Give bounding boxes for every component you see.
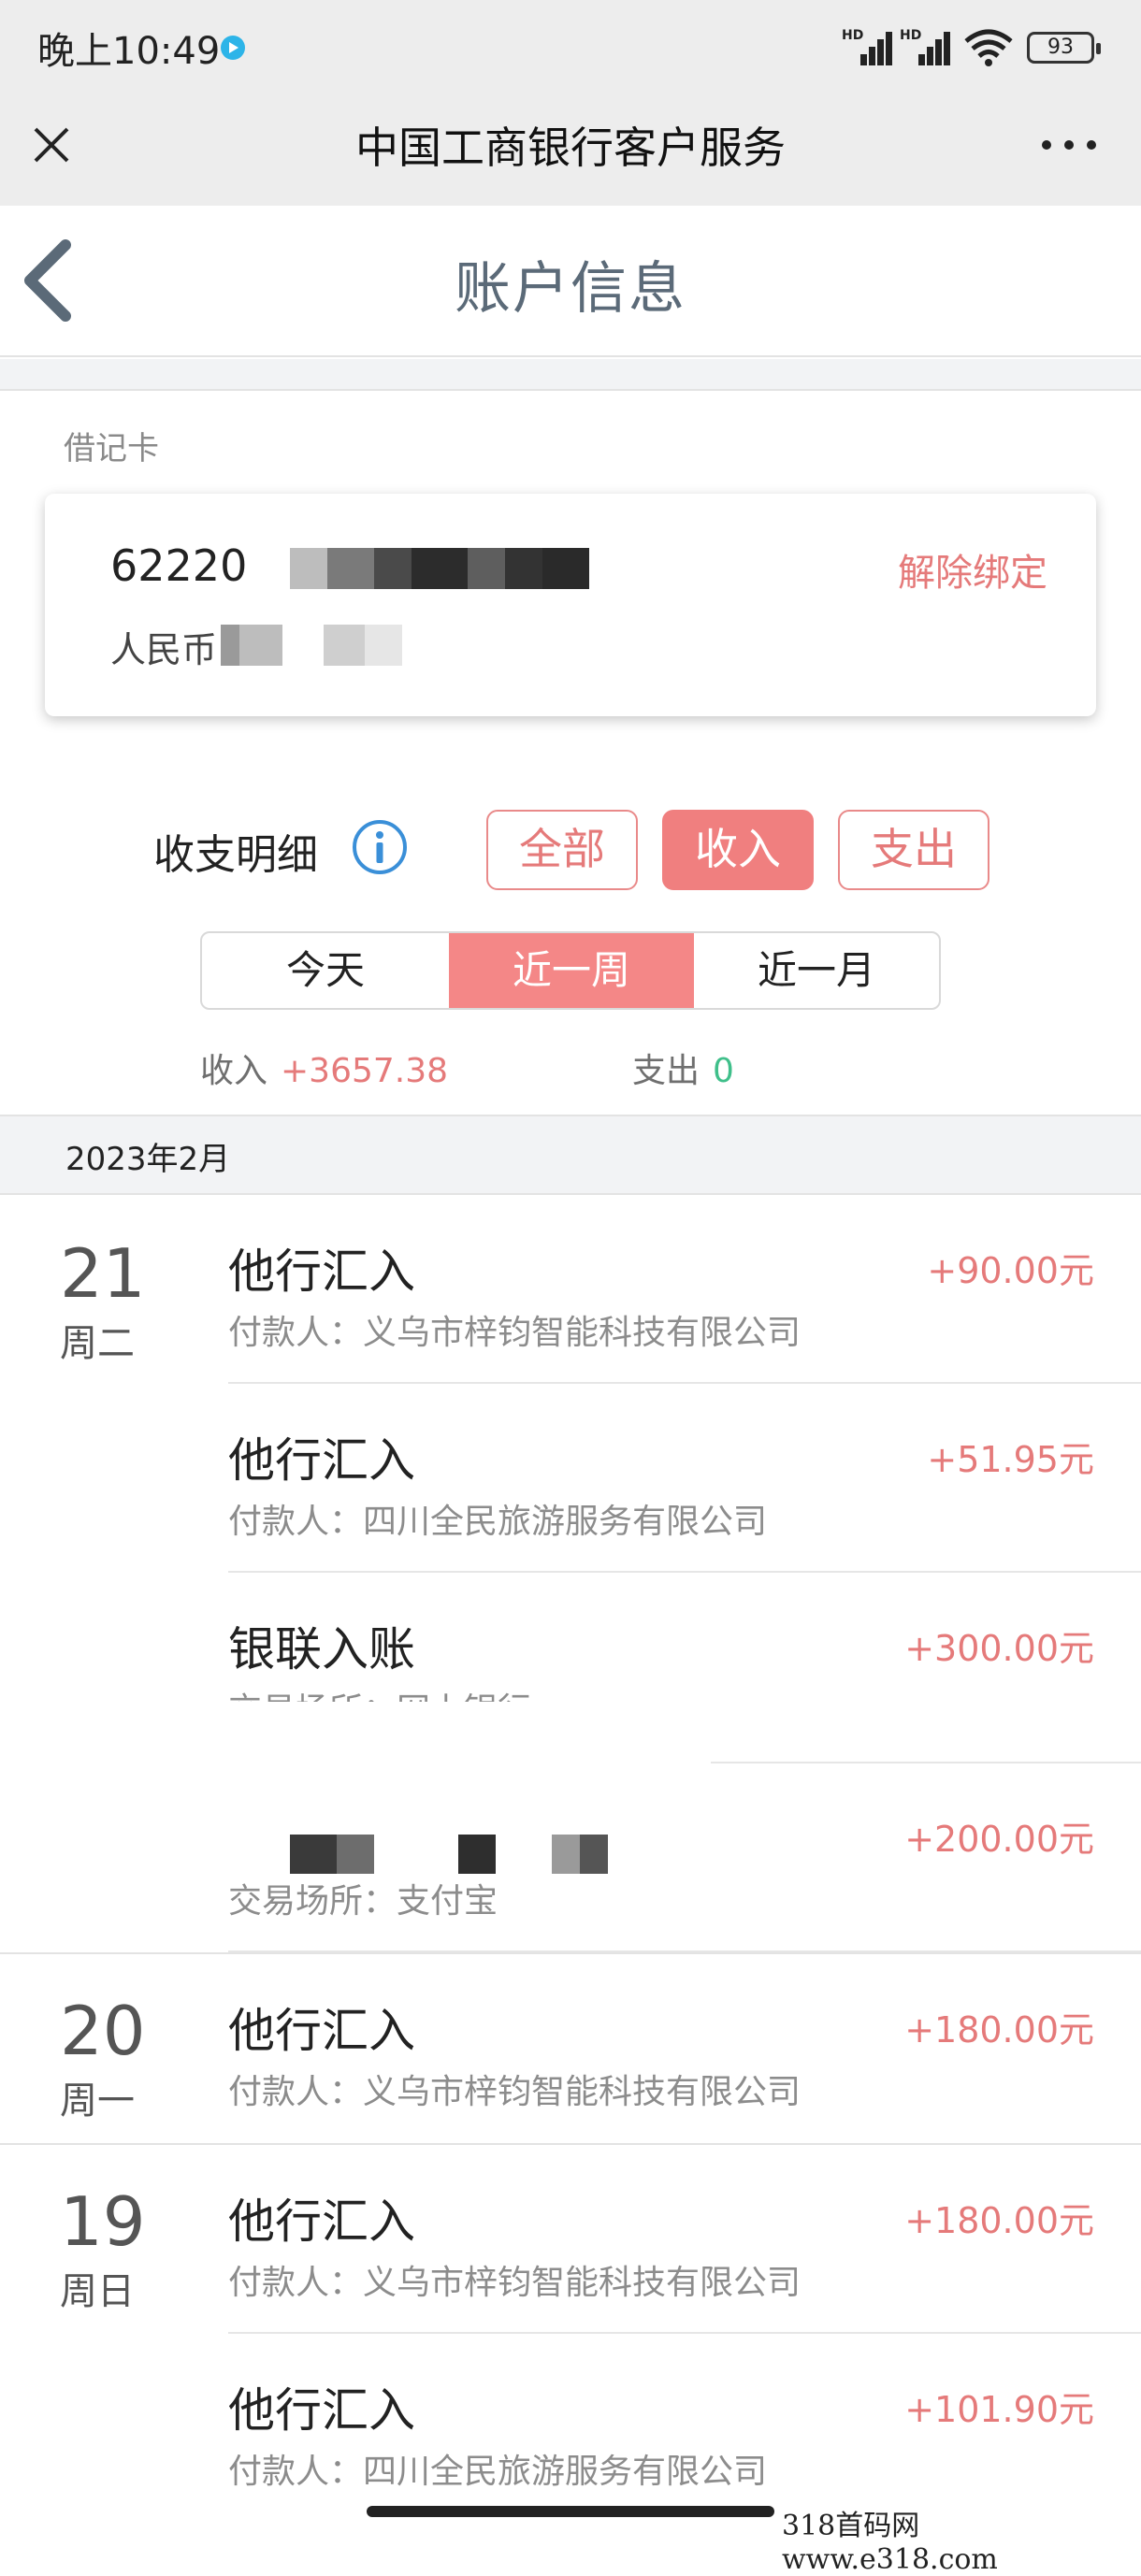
transaction-row[interactable]: 他行汇入 付款人：义乌市梓钧智能科技有限公司 +180.00元 — [228, 2145, 1141, 2334]
expense-summary: 支出 0 — [632, 1043, 734, 1092]
transaction-title: 他行汇入 — [228, 2195, 415, 2249]
status-bar: 晚上10:49 HD HD 93 — [0, 0, 1141, 94]
filter-income-button[interactable]: 收入 — [662, 810, 814, 890]
redacted-transaction-title — [290, 1835, 627, 1874]
battery-icon: 93 — [1027, 32, 1101, 64]
filter-expense-button[interactable]: 支出 — [838, 810, 989, 890]
transaction-amount: +51.95元 — [927, 1439, 1094, 1480]
transaction-title: 他行汇入 — [228, 1433, 415, 1488]
day-number: 21 — [60, 1234, 146, 1313]
transaction-amount: +300.00元 — [904, 1628, 1094, 1669]
transaction-amount: +200.00元 — [904, 1819, 1094, 1860]
period-month[interactable]: 近一月 — [694, 933, 939, 1008]
income-summary-value: +3657.38 — [281, 1052, 449, 1090]
home-indicator[interactable] — [367, 2506, 774, 2517]
transaction-row[interactable]: 他行汇入 付款人：义乌市梓钧智能科技有限公司 +180.00元 — [228, 1954, 1141, 2143]
transaction-title: 他行汇入 — [228, 1245, 415, 1299]
card-number: 62220 — [110, 540, 248, 591]
unbind-button[interactable]: 解除绑定 — [898, 542, 1047, 597]
expense-summary-value: 0 — [713, 1052, 734, 1090]
watermark-text: 318首码网 www.e318.com — [776, 2502, 1141, 2576]
detail-label: 收支明细 — [153, 831, 318, 879]
more-icon[interactable] — [1038, 131, 1104, 159]
wifi-icon — [964, 29, 1013, 66]
webview-header: 中国工商银行客户服务 — [0, 94, 1141, 206]
info-icon[interactable] — [350, 817, 410, 877]
webview-title: 中国工商银行客户服务 — [355, 122, 786, 173]
transaction-title: 他行汇入 — [228, 2004, 415, 2058]
transaction-amount: +180.00元 — [904, 2200, 1094, 2241]
transaction-amount: +101.90元 — [904, 2389, 1094, 2430]
transaction-row[interactable]: 他行汇入 付款人：四川全民旅游服务有限公司 +101.90元 — [228, 2334, 1141, 2523]
section-divider — [0, 359, 1141, 391]
day-number: 20 — [60, 1992, 146, 2070]
signal-icon: HD — [842, 28, 894, 65]
top-area: 晚上10:49 HD HD 93 中国工商银行客户服务 — [0, 0, 1141, 206]
transaction-amount: +90.00元 — [927, 1250, 1094, 1291]
transaction-row[interactable]: 他行汇入 付款人：义乌市梓钧智能科技有限公司 +90.00元 — [228, 1195, 1141, 1384]
month-text: 2023年2月 — [65, 1141, 231, 1178]
period-week[interactable]: 近一周 — [449, 933, 694, 1008]
status-time: 晚上10:49 — [37, 30, 221, 73]
period-today[interactable]: 今天 — [202, 933, 449, 1008]
app-notification-icon — [221, 36, 245, 60]
transaction-amount: +180.00元 — [904, 2009, 1094, 2051]
bank-card: 62220 人民币 解除绑定 — [45, 494, 1096, 716]
transaction-title: 他行汇入 — [228, 2383, 415, 2438]
redacted-card-info — [221, 625, 464, 666]
redacted-card-number — [290, 548, 589, 589]
transaction-title: 银联入账 — [228, 1622, 415, 1677]
signal-icon-2: HD — [900, 28, 952, 65]
day-weekday: 周二 — [60, 1322, 135, 1365]
transaction-row[interactable]: 他行汇入 付款人：四川全民旅游服务有限公司 +51.95元 — [228, 1384, 1141, 1573]
filter-all-button[interactable]: 全部 — [486, 810, 638, 890]
expense-summary-label: 支出 — [632, 1052, 700, 1090]
transaction-subtitle: 付款人：义乌市梓钧智能科技有限公司 — [228, 2264, 802, 2302]
transaction-subtitle: 付款人：义乌市梓钧智能科技有限公司 — [228, 2073, 802, 2111]
day-number: 19 — [60, 2182, 146, 2261]
transaction-subtitle: 交易场所：支付宝 — [228, 1882, 498, 1921]
income-summary: 收入 +3657.38 — [200, 1043, 448, 1092]
period-selector: 今天 近一周 近一月 — [200, 931, 941, 1010]
redaction-overlay — [228, 1702, 715, 1760]
card-type-label: 借记卡 — [64, 430, 159, 468]
day-weekday: 周一 — [60, 2080, 135, 2123]
transaction-subtitle: 付款人：义乌市梓钧智能科技有限公司 — [228, 1314, 802, 1352]
page-title: 账户信息 — [455, 256, 686, 322]
card-currency: 人民币 — [110, 629, 218, 670]
month-header: 2023年2月 — [0, 1115, 1141, 1195]
transaction-subtitle: 付款人：四川全民旅游服务有限公司 — [228, 1503, 768, 1541]
page-header: 账户信息 — [0, 206, 1141, 357]
day-weekday: 周日 — [60, 2270, 135, 2313]
transaction-subtitle: 付款人：四川全民旅游服务有限公司 — [228, 2453, 768, 2491]
income-summary-label: 收入 — [200, 1052, 268, 1090]
